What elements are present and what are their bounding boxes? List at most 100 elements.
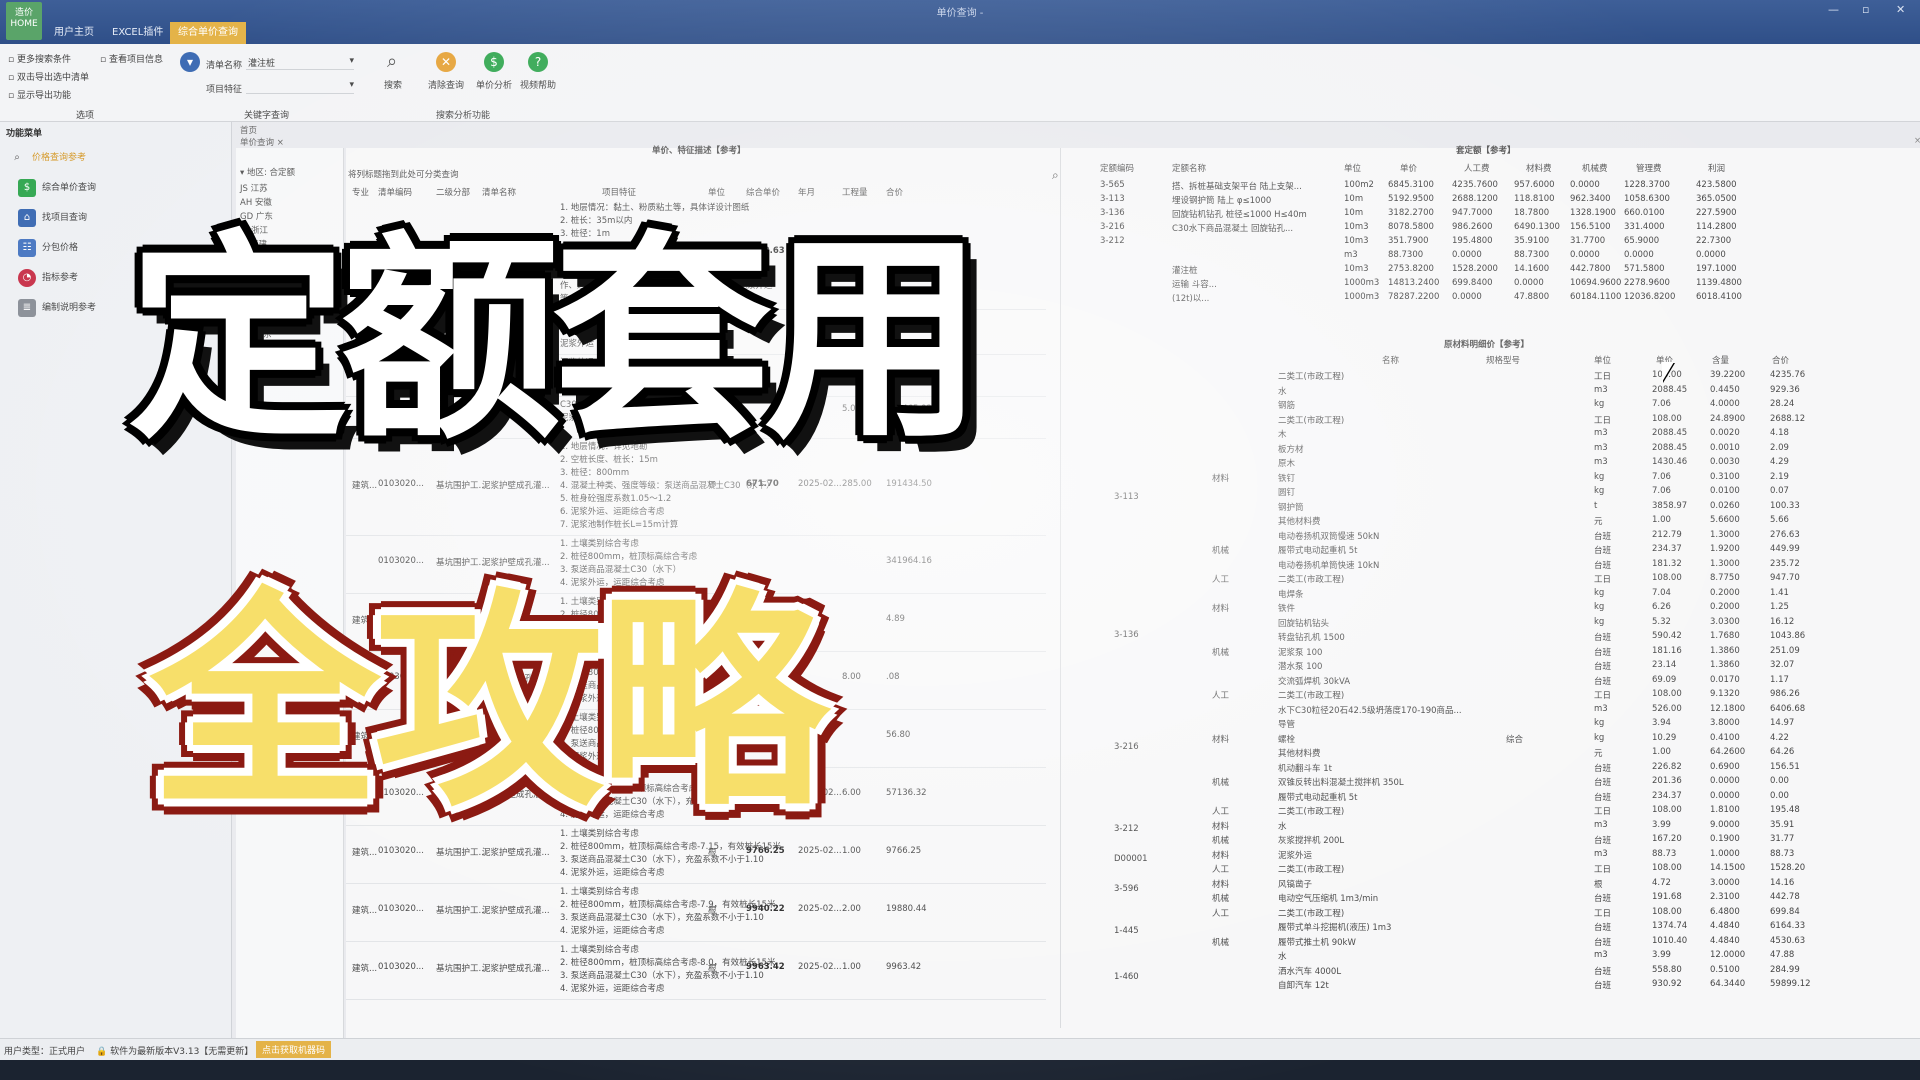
sidebar-item-project-query[interactable]: ⌂ 找项目查询: [18, 206, 87, 230]
quota-cell: 0.0000: [1452, 250, 1482, 260]
panel-divider[interactable]: [1060, 148, 1061, 1028]
cell-profession: 建筑...: [352, 848, 378, 858]
material-cell: 3.99: [1652, 819, 1671, 830]
quota-cell: 运输 斗容...: [1172, 280, 1217, 290]
material-cell: 2088.45: [1652, 442, 1688, 453]
quota-cell: 3-565: [1100, 180, 1125, 190]
material-cell: 6.4800: [1710, 906, 1740, 917]
material-cell: 0.00: [1770, 790, 1789, 801]
material-cell: 履带式电动起重机 5t: [1278, 546, 1358, 556]
version-info: 🔒 软件为最新版本V3.13【无需更新】: [96, 1044, 253, 1057]
material-cell: 2688.12: [1770, 413, 1806, 424]
material-cell: 449.99: [1770, 544, 1800, 554]
sidebar-item-index-reference[interactable]: ◔ 指标参考: [18, 266, 78, 290]
search-icon: ⌕: [14, 151, 20, 163]
doc-tab-home[interactable]: 首页: [240, 124, 257, 136]
view-project-info-button[interactable]: ▫ 查看项目信息: [100, 52, 163, 65]
cell-total: 57136.32: [886, 788, 927, 798]
sidebar-item-unit-price-query[interactable]: $ 综合单价查询: [18, 176, 96, 200]
tab-excel-plugin[interactable]: EXCEL插件: [104, 22, 171, 44]
material-cell: 0.3100: [1710, 471, 1740, 482]
material-cell: 1.41: [1770, 587, 1789, 598]
material-cell: 其他材料费: [1278, 749, 1321, 759]
column-header: 清单名称: [482, 188, 517, 198]
row-divider: [346, 535, 1046, 536]
material-cell: 32.07: [1770, 660, 1795, 670]
quota-cell: 14.1600: [1514, 264, 1550, 274]
sidebar-item-subcontract-price[interactable]: ☷ 分包价格: [18, 236, 78, 260]
cell-code: 0103020...: [378, 478, 424, 489]
sidebar-item-price-reference[interactable]: ⌕ 价格查询参考: [8, 146, 86, 170]
material-cell: 100.33: [1770, 500, 1800, 511]
option-show-export[interactable]: ▫ 显示导出功能: [8, 88, 71, 101]
search-icon[interactable]: ⌕: [1052, 168, 1059, 183]
column-header: 合价: [886, 188, 904, 198]
tree-item[interactable]: JS 江苏: [240, 182, 268, 194]
material-cell: 0.0000: [1710, 776, 1740, 786]
quota-cell: 6845.3100: [1388, 180, 1434, 190]
column-header: 二级分部: [436, 188, 471, 198]
list-name-select[interactable]: 灌注桩 ▾: [246, 56, 354, 70]
doc-tab-unit-price[interactable]: 单价查询 ×: [240, 136, 284, 148]
material-cell: 双锥反转出料混凝土搅拌机 350L: [1278, 778, 1404, 788]
material-cell: 59899.12: [1770, 979, 1811, 989]
quota-cell: (12t)以...: [1172, 294, 1210, 304]
cell-feature-line: 1. 土壤类别综合考虑: [560, 945, 639, 955]
material-cell: m3: [1594, 819, 1608, 830]
material-cell: 5.32: [1652, 616, 1671, 627]
option-label: 双击导出选中清单: [16, 73, 89, 83]
material-cell: 二类工(市政工程): [1278, 575, 1345, 585]
cell-code: 0103020...: [378, 846, 424, 856]
option-export-selected[interactable]: ▫ 双击导出选中清单: [8, 70, 89, 83]
material-cell: 558.80: [1652, 964, 1682, 975]
minimize-icon[interactable]: —: [1828, 3, 1839, 16]
maximize-icon[interactable]: ▫: [1862, 3, 1869, 16]
get-machine-code-button[interactable]: 点击获取机器码: [256, 1041, 332, 1058]
tree-item[interactable]: AH 安徽: [240, 196, 272, 208]
quota-cell: 660.0100: [1624, 208, 1665, 218]
column-header: 人工费: [1464, 164, 1490, 174]
cell-unit-price: 9940.22: [746, 904, 785, 914]
material-cell: kg: [1594, 587, 1605, 598]
quota-cell: 8078.5800: [1388, 222, 1434, 232]
column-header: 定额名称: [1172, 164, 1207, 174]
material-cell: m3: [1594, 457, 1608, 467]
material-cell: 二类工(市政工程): [1278, 908, 1345, 919]
user-type: 用户类型：正式用户: [4, 1047, 86, 1057]
material-cell: m3: [1594, 384, 1608, 395]
quota-cell: 699.8400: [1452, 278, 1493, 288]
tab-user-home[interactable]: 用户主页: [46, 22, 102, 44]
material-cell: 0.0030: [1710, 457, 1740, 467]
cell-month: 2025-02...: [798, 962, 842, 972]
material-cell: m3: [1594, 950, 1608, 960]
close-icon[interactable]: ×: [1914, 136, 1920, 146]
sidebar-item-compile-notes[interactable]: ≣ 编制说明参考: [18, 296, 96, 320]
cell-unit-price: 9963.42: [746, 962, 785, 972]
quota-cell: 351.7900: [1388, 236, 1429, 246]
quota-cell: 0.0000: [1570, 250, 1600, 260]
material-cell: 88.73: [1770, 848, 1795, 859]
material-cell: 台班: [1594, 937, 1612, 948]
quota-cell: 35.9100: [1514, 236, 1550, 246]
cell-total: 56.80: [886, 730, 911, 740]
material-cell: 276.63: [1770, 529, 1800, 540]
material-cell: 3.0000: [1710, 877, 1740, 888]
quota-cell: 3-216: [1100, 222, 1125, 232]
sidebar-item-label: 价格查询参考: [32, 153, 87, 163]
tree-group-quota[interactable]: ▾ 地区: 合定额: [240, 166, 295, 178]
close-icon[interactable]: ✕: [1896, 3, 1905, 16]
project-feature-select[interactable]: ▾: [246, 80, 354, 94]
cell-total: 4.89: [886, 614, 905, 624]
option-more-search[interactable]: ▫ 更多搜索条件: [8, 52, 71, 65]
quota-cell: m3: [1344, 250, 1358, 260]
close-icon[interactable]: ×: [277, 138, 284, 148]
material-cell: 108.00: [1652, 413, 1682, 424]
material-cell: 导管: [1278, 720, 1296, 730]
cell-feature-line: 7. 泥浆池制作桩长L=15m计算: [560, 520, 679, 530]
column-header: 机械费: [1582, 164, 1608, 174]
material-cell: 台班: [1594, 676, 1612, 687]
tab-unit-price-query[interactable]: 综合单价查询: [170, 22, 246, 44]
material-cell: 108.00: [1652, 805, 1682, 815]
quota-code: 3-136: [1114, 630, 1139, 640]
material-cell: 24.8900: [1710, 413, 1746, 424]
